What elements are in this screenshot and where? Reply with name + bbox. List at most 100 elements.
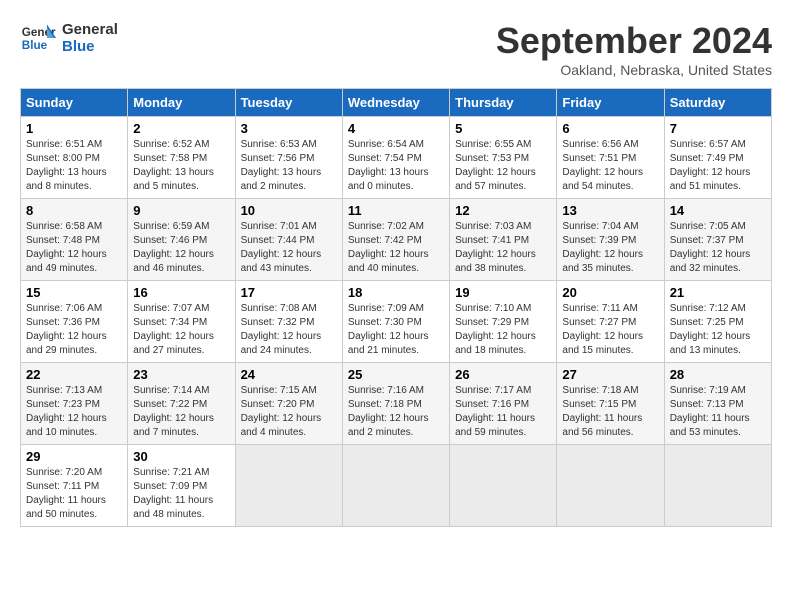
day-detail: Sunrise: 7:03 AMSunset: 7:41 PMDaylight:… [455, 220, 551, 276]
day-detail: Sunrise: 7:16 AMSunset: 7:18 PMDaylight:… [348, 384, 444, 440]
title-block: September 2024 Oakland, Nebraska, United… [496, 20, 772, 78]
calendar-day-cell: 10 Sunrise: 7:01 AMSunset: 7:44 PMDayligh… [235, 199, 342, 281]
day-number: 23 [133, 367, 229, 382]
calendar-day-cell: 2 Sunrise: 6:52 AMSunset: 7:58 PMDaylight… [128, 117, 235, 199]
day-number: 8 [26, 203, 122, 218]
day-number: 25 [348, 367, 444, 382]
day-number: 3 [241, 121, 337, 136]
weekday-header-cell: Wednesday [342, 89, 449, 117]
day-detail: Sunrise: 7:21 AMSunset: 7:09 PMDaylight:… [133, 466, 229, 522]
day-detail: Sunrise: 7:14 AMSunset: 7:22 PMDaylight:… [133, 384, 229, 440]
calendar-day-cell: 30 Sunrise: 7:21 AMSunset: 7:09 PMDayligh… [128, 445, 235, 527]
calendar-day-cell: 12 Sunrise: 7:03 AMSunset: 7:41 PMDayligh… [450, 199, 557, 281]
calendar-day-cell: 26 Sunrise: 7:17 AMSunset: 7:16 PMDayligh… [450, 363, 557, 445]
day-number: 10 [241, 203, 337, 218]
day-number: 12 [455, 203, 551, 218]
calendar-day-cell: 21 Sunrise: 7:12 AMSunset: 7:25 PMDayligh… [664, 281, 771, 363]
logo: General Blue General Blue [20, 20, 118, 56]
calendar-week-row: 8 Sunrise: 6:58 AMSunset: 7:48 PMDaylight… [21, 199, 772, 281]
day-detail: Sunrise: 6:53 AMSunset: 7:56 PMDaylight:… [241, 138, 337, 194]
day-detail: Sunrise: 7:19 AMSunset: 7:13 PMDaylight:… [670, 384, 766, 440]
day-number: 28 [670, 367, 766, 382]
day-detail: Sunrise: 7:11 AMSunset: 7:27 PMDaylight:… [562, 302, 658, 358]
weekday-header-cell: Saturday [664, 89, 771, 117]
day-detail: Sunrise: 6:54 AMSunset: 7:54 PMDaylight:… [348, 138, 444, 194]
day-number: 17 [241, 285, 337, 300]
day-number: 24 [241, 367, 337, 382]
day-number: 26 [455, 367, 551, 382]
day-number: 30 [133, 449, 229, 464]
calendar-day-cell: 29 Sunrise: 7:20 AMSunset: 7:11 PMDayligh… [21, 445, 128, 527]
calendar-day-cell: 17 Sunrise: 7:08 AMSunset: 7:32 PMDayligh… [235, 281, 342, 363]
day-detail: Sunrise: 7:09 AMSunset: 7:30 PMDaylight:… [348, 302, 444, 358]
day-number: 13 [562, 203, 658, 218]
day-number: 27 [562, 367, 658, 382]
calendar-day-cell [664, 445, 771, 527]
calendar-day-cell: 25 Sunrise: 7:16 AMSunset: 7:18 PMDayligh… [342, 363, 449, 445]
header: General Blue General Blue September 2024… [20, 20, 772, 78]
day-detail: Sunrise: 6:57 AMSunset: 7:49 PMDaylight:… [670, 138, 766, 194]
logo-icon: General Blue [20, 20, 56, 56]
day-number: 7 [670, 121, 766, 136]
location-subtitle: Oakland, Nebraska, United States [496, 62, 772, 78]
day-detail: Sunrise: 7:13 AMSunset: 7:23 PMDaylight:… [26, 384, 122, 440]
logo-blue: Blue [62, 38, 118, 55]
calendar-day-cell: 4 Sunrise: 6:54 AMSunset: 7:54 PMDaylight… [342, 117, 449, 199]
day-detail: Sunrise: 6:55 AMSunset: 7:53 PMDaylight:… [455, 138, 551, 194]
day-detail: Sunrise: 7:02 AMSunset: 7:42 PMDaylight:… [348, 220, 444, 276]
day-detail: Sunrise: 7:18 AMSunset: 7:15 PMDaylight:… [562, 384, 658, 440]
weekday-header-row: SundayMondayTuesdayWednesdayThursdayFrid… [21, 89, 772, 117]
calendar-day-cell [235, 445, 342, 527]
month-title: September 2024 [496, 20, 772, 62]
weekday-header-cell: Friday [557, 89, 664, 117]
day-detail: Sunrise: 6:58 AMSunset: 7:48 PMDaylight:… [26, 220, 122, 276]
day-detail: Sunrise: 7:08 AMSunset: 7:32 PMDaylight:… [241, 302, 337, 358]
day-detail: Sunrise: 7:05 AMSunset: 7:37 PMDaylight:… [670, 220, 766, 276]
day-detail: Sunrise: 6:56 AMSunset: 7:51 PMDaylight:… [562, 138, 658, 194]
calendar-day-cell: 7 Sunrise: 6:57 AMSunset: 7:49 PMDaylight… [664, 117, 771, 199]
calendar-day-cell: 18Sunrise: 7:09 AMSunset: 7:30 PMDayligh… [342, 281, 449, 363]
day-number: 9 [133, 203, 229, 218]
day-detail: Sunrise: 6:51 AMSunset: 8:00 PMDaylight:… [26, 138, 122, 194]
calendar-day-cell: 16Sunrise: 7:07 AMSunset: 7:34 PMDayligh… [128, 281, 235, 363]
day-detail: Sunrise: 7:07 AMSunset: 7:34 PMDaylight:… [133, 302, 229, 358]
calendar-week-row: 1 Sunrise: 6:51 AMSunset: 8:00 PMDaylight… [21, 117, 772, 199]
calendar-day-cell [557, 445, 664, 527]
day-detail: Sunrise: 7:17 AMSunset: 7:16 PMDaylight:… [455, 384, 551, 440]
day-number: 14 [670, 203, 766, 218]
calendar-day-cell: 27 Sunrise: 7:18 AMSunset: 7:15 PMDayligh… [557, 363, 664, 445]
day-number: 2 [133, 121, 229, 136]
day-detail: Sunrise: 7:15 AMSunset: 7:20 PMDaylight:… [241, 384, 337, 440]
day-number: 20 [562, 285, 658, 300]
day-detail: Sunrise: 7:10 AMSunset: 7:29 PMDaylight:… [455, 302, 551, 358]
calendar-day-cell: 3 Sunrise: 6:53 AMSunset: 7:56 PMDaylight… [235, 117, 342, 199]
day-number: 29 [26, 449, 122, 464]
calendar-day-cell: 20 Sunrise: 7:11 AMSunset: 7:27 PMDayligh… [557, 281, 664, 363]
day-detail: Sunrise: 6:52 AMSunset: 7:58 PMDaylight:… [133, 138, 229, 194]
weekday-header-cell: Sunday [21, 89, 128, 117]
calendar-day-cell: 9Sunrise: 6:59 AMSunset: 7:46 PMDaylight… [128, 199, 235, 281]
day-detail: Sunrise: 7:20 AMSunset: 7:11 PMDaylight:… [26, 466, 122, 522]
calendar-day-cell: 8 Sunrise: 6:58 AMSunset: 7:48 PMDaylight… [21, 199, 128, 281]
calendar-day-cell [450, 445, 557, 527]
calendar-day-cell: 23 Sunrise: 7:14 AMSunset: 7:22 PMDayligh… [128, 363, 235, 445]
calendar-day-cell: 5 Sunrise: 6:55 AMSunset: 7:53 PMDaylight… [450, 117, 557, 199]
svg-text:Blue: Blue [22, 39, 48, 52]
weekday-header-cell: Tuesday [235, 89, 342, 117]
calendar-day-cell: 11Sunrise: 7:02 AMSunset: 7:42 PMDayligh… [342, 199, 449, 281]
logo-general: General [62, 21, 118, 38]
day-detail: Sunrise: 7:06 AMSunset: 7:36 PMDaylight:… [26, 302, 122, 358]
calendar-table: SundayMondayTuesdayWednesdayThursdayFrid… [20, 88, 772, 527]
calendar-body: 1 Sunrise: 6:51 AMSunset: 8:00 PMDaylight… [21, 117, 772, 527]
calendar-day-cell: 6Sunrise: 6:56 AMSunset: 7:51 PMDaylight… [557, 117, 664, 199]
day-detail: Sunrise: 7:01 AMSunset: 7:44 PMDaylight:… [241, 220, 337, 276]
weekday-header-cell: Thursday [450, 89, 557, 117]
day-number: 1 [26, 121, 122, 136]
day-number: 21 [670, 285, 766, 300]
calendar-day-cell: 15Sunrise: 7:06 AMSunset: 7:36 PMDayligh… [21, 281, 128, 363]
day-detail: Sunrise: 7:04 AMSunset: 7:39 PMDaylight:… [562, 220, 658, 276]
day-number: 4 [348, 121, 444, 136]
day-number: 5 [455, 121, 551, 136]
calendar-week-row: 29 Sunrise: 7:20 AMSunset: 7:11 PMDayligh… [21, 445, 772, 527]
day-detail: Sunrise: 7:12 AMSunset: 7:25 PMDaylight:… [670, 302, 766, 358]
